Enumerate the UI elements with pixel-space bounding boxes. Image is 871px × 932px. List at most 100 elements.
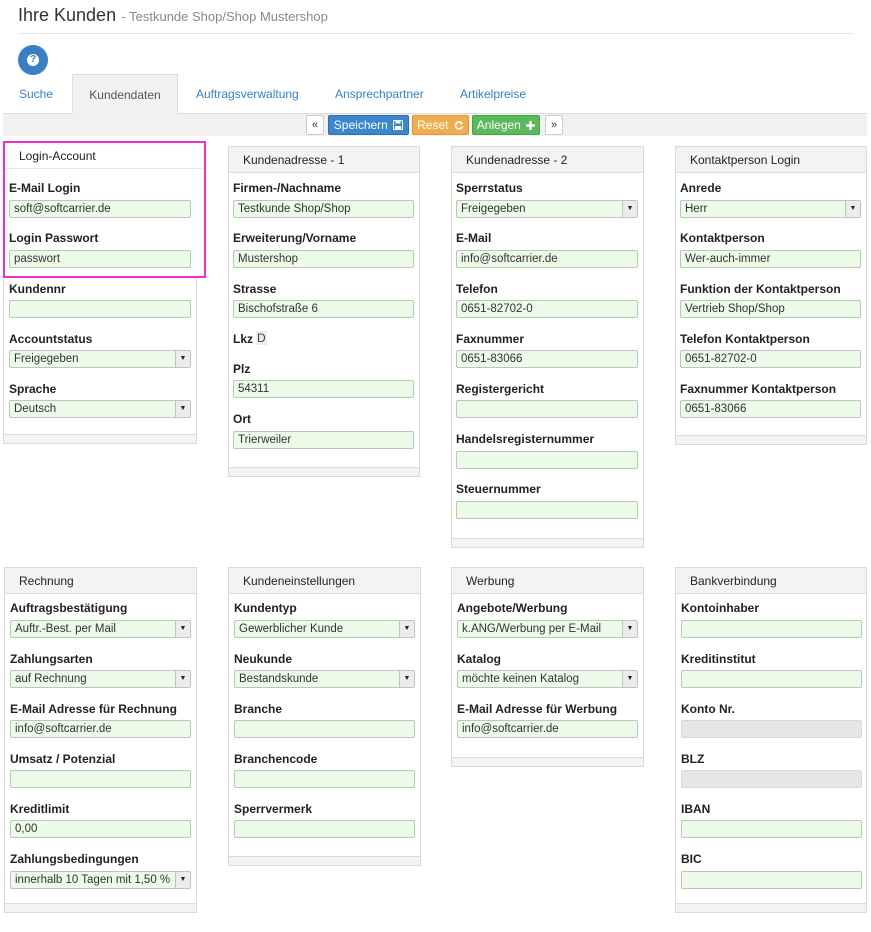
panel-title: Bankverbindung — [676, 568, 866, 594]
panel-title: Kundenadresse - 2 — [452, 147, 643, 173]
page-header: Ihre Kunden - Testkunde Shop/Shop Muster… — [18, 5, 328, 26]
reset-button[interactable]: Reset — [412, 115, 469, 135]
angebote-select[interactable]: k.ANG/Werbung per E-Mail ▼ — [457, 620, 638, 638]
panel-title: Kundeneinstellungen — [229, 568, 420, 594]
panel-footer — [4, 434, 196, 443]
faxnummer-label: Faxnummer — [456, 332, 525, 346]
registergericht-input[interactable] — [456, 400, 638, 418]
add-button[interactable]: Anlegen — [472, 115, 540, 135]
email-login-label: E-Mail Login — [9, 181, 81, 195]
kontakt-fax-input[interactable]: 0651-83066 — [680, 400, 861, 418]
floppy-disk-icon — [393, 120, 404, 130]
panel-footer — [229, 467, 419, 476]
rechnung-email-label: E-Mail Adresse für Rechnung — [10, 702, 177, 716]
email-login-input[interactable]: soft@softcarrier.de — [9, 200, 191, 218]
page-title: Ihre Kunden — [18, 5, 117, 25]
iban-input[interactable] — [681, 820, 862, 838]
konto-nr-input — [681, 720, 862, 738]
sperrvermerk-input[interactable] — [234, 820, 415, 838]
kreditinstitut-input[interactable] — [681, 670, 862, 688]
tab-auftragsverwaltung[interactable]: Auftragsverwaltung — [196, 74, 299, 113]
neukunde-value: Bestandskunde — [239, 673, 319, 685]
save-button[interactable]: Speichern — [328, 115, 409, 135]
werbung-email-label: E-Mail Adresse für Werbung — [457, 702, 618, 716]
panel-footer — [452, 757, 643, 766]
anrede-value: Herr — [685, 203, 708, 215]
sperrstatus-label: Sperrstatus — [456, 181, 523, 195]
panel-footer — [229, 856, 420, 865]
funktion-input[interactable]: Vertrieb Shop/Shop — [680, 300, 861, 318]
steuernummer-input[interactable] — [456, 501, 638, 519]
panel-title: Login-Account — [5, 143, 204, 169]
faxnummer-input[interactable]: 0651-83066 — [456, 350, 638, 368]
panel-title: Kundenadresse - 1 — [229, 147, 419, 173]
chevron-down-icon: ▼ — [622, 671, 637, 687]
katalog-label: Katalog — [457, 652, 502, 666]
next-icon: » — [550, 119, 558, 131]
zahlungsbedingungen-select[interactable]: innerhalb 10 Tagen mit 1,50 % ▼ — [10, 871, 191, 889]
email-input[interactable]: info@softcarrier.de — [456, 250, 638, 268]
chevron-down-icon: ▼ — [399, 621, 414, 637]
ort-input[interactable]: Trierweiler — [233, 431, 414, 449]
lkz-label: Lkz — [233, 332, 254, 346]
neukunde-select[interactable]: Bestandskunde ▼ — [234, 670, 415, 688]
erweiterung-label: Erweiterung/Vorname — [233, 231, 357, 245]
umsatz-input[interactable] — [10, 770, 191, 788]
prev-icon: « — [311, 119, 319, 131]
telefon-label: Telefon — [456, 282, 498, 296]
telefon-input[interactable]: 0651-82702-0 — [456, 300, 638, 318]
erweiterung-input[interactable]: Mustershop — [233, 250, 414, 268]
neukunde-label: Neukunde — [234, 652, 293, 666]
plz-input[interactable]: 54311 — [233, 380, 414, 398]
kreditlimit-input[interactable]: 0,00 — [10, 820, 191, 838]
header-divider — [18, 33, 854, 34]
sperrstatus-select[interactable]: Freigegeben ▼ — [456, 200, 638, 218]
kontakt-telefon-input[interactable]: 0651-82702-0 — [680, 350, 861, 368]
anrede-select[interactable]: Herr ▼ — [680, 200, 861, 218]
sperrstatus-value: Freigegeben — [461, 203, 526, 215]
tab-artikelpreise[interactable]: Artikelpreise — [460, 74, 526, 113]
kundentyp-select[interactable]: Gewerblicher Kunde ▼ — [234, 620, 415, 638]
rechnung-email-input[interactable]: info@softcarrier.de — [10, 720, 191, 738]
tab-ansprechpartner[interactable]: Ansprechpartner — [335, 74, 424, 113]
help-button[interactable]: ? — [18, 45, 48, 75]
branchencode-input[interactable] — [234, 770, 415, 788]
handelsregisternummer-input[interactable] — [456, 451, 638, 469]
tab-kundendaten[interactable]: Kundendaten — [72, 74, 178, 114]
kundentyp-value: Gewerblicher Kunde — [239, 623, 344, 635]
registergericht-label: Registergericht — [456, 382, 545, 396]
branche-input[interactable] — [234, 720, 415, 738]
bic-label: BIC — [681, 852, 702, 866]
prev-button[interactable]: « — [306, 115, 324, 135]
konto-nr-label: Konto Nr. — [681, 702, 735, 716]
tab-bar: Suche Kundendaten Auftragsverwaltung Ans… — [3, 74, 867, 114]
reset-label: Reset — [417, 118, 449, 132]
chevron-down-icon: ▼ — [175, 621, 190, 637]
strasse-input[interactable]: Bischofstraße 6 — [233, 300, 414, 318]
firma-input[interactable]: Testkunde Shop/Shop — [233, 200, 414, 218]
email-label: E-Mail — [456, 231, 492, 245]
bic-input[interactable] — [681, 871, 862, 889]
werbung-email-input[interactable]: info@softcarrier.de — [457, 720, 638, 738]
kontakt-telefon-label: Telefon Kontaktperson — [680, 332, 810, 346]
next-button[interactable]: » — [545, 115, 563, 135]
panel-bankverbindung: Bankverbindung — [675, 567, 867, 913]
tab-suche[interactable]: Suche — [19, 74, 53, 113]
angebote-value: k.ANG/Werbung per E-Mail — [462, 623, 602, 635]
kontaktperson-input[interactable]: Wer-auch-immer — [680, 250, 861, 268]
plus-icon — [526, 121, 536, 130]
auftragsbestaetigung-label: Auftragsbestätigung — [10, 601, 128, 615]
panel-login-account-body — [3, 278, 197, 444]
auftragsbestaetigung-select[interactable]: Auftr.-Best. per Mail ▼ — [10, 620, 191, 638]
katalog-select[interactable]: möchte keinen Katalog ▼ — [457, 670, 638, 688]
chevron-down-icon: ▼ — [622, 621, 637, 637]
blz-label: BLZ — [681, 752, 705, 766]
panel-title: Werbung — [452, 568, 643, 594]
zahlungsarten-select[interactable]: auf Rechnung ▼ — [10, 670, 191, 688]
login-password-input[interactable]: passwort — [9, 250, 191, 268]
angebote-label: Angebote/Werbung — [457, 601, 568, 615]
zahlungsarten-label: Zahlungsarten — [10, 652, 93, 666]
kundentyp-label: Kundentyp — [234, 601, 297, 615]
kontoinhaber-input[interactable] — [681, 620, 862, 638]
kontaktperson-label: Kontaktperson — [680, 231, 765, 245]
